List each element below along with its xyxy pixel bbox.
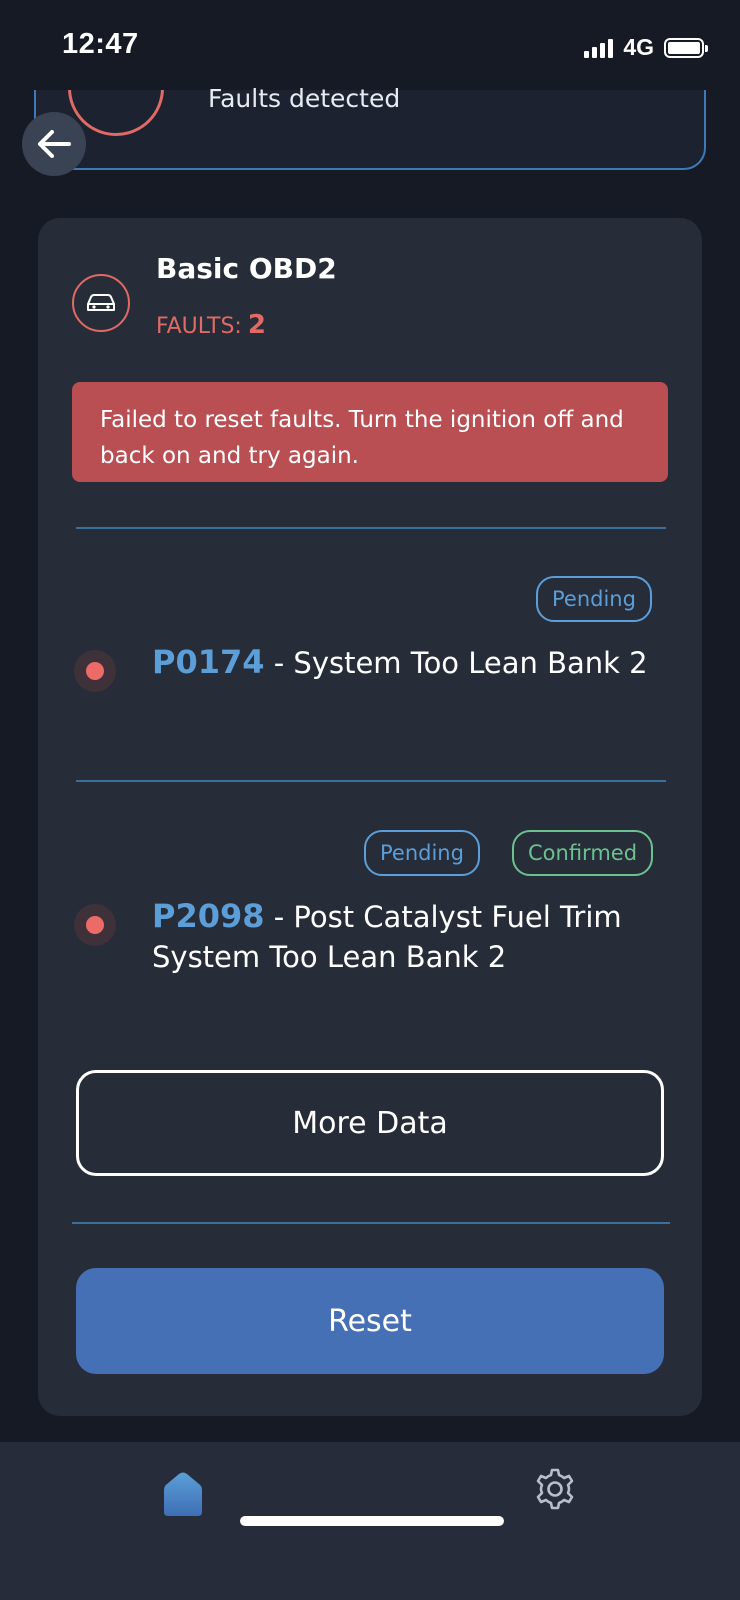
faults-count-line: FAULTS: 2 [156, 310, 266, 340]
home-indicator[interactable] [240, 1516, 504, 1526]
gear-icon [536, 1468, 574, 1510]
fault-code: P0174 [152, 643, 265, 681]
arrow-left-icon [38, 130, 71, 158]
divider [76, 780, 666, 782]
divider [72, 1222, 670, 1224]
divider [76, 527, 666, 529]
fault-indicator-dot [74, 650, 116, 692]
faults-count: 2 [247, 310, 266, 340]
status-badge-pending: Pending [364, 830, 480, 876]
summary-label: Faults detected [208, 84, 401, 113]
module-card: Basic OBD2 FAULTS: 2 Failed to reset faul… [38, 218, 702, 1416]
faults-label: FAULTS: [156, 314, 242, 339]
fault-indicator-dot [74, 904, 116, 946]
back-button[interactable] [22, 112, 86, 176]
module-title: Basic OBD2 [156, 252, 337, 285]
signal-icon [584, 38, 614, 58]
reset-button[interactable]: Reset [76, 1268, 664, 1374]
fault-item[interactable]: P0174 - System Too Lean Bank 2 [152, 642, 652, 683]
home-icon [164, 1472, 202, 1516]
status-badge-pending: Pending [536, 576, 652, 622]
status-time: 12:47 [62, 28, 139, 60]
status-bar: 12:47 4G [0, 0, 740, 90]
fault-item[interactable]: P2098 - Post Catalyst Fuel Trim System T… [152, 896, 652, 977]
nav-settings-tab[interactable] [532, 1466, 578, 1512]
battery-icon [664, 37, 708, 58]
car-icon [72, 274, 130, 332]
fault-code: P2098 [152, 897, 265, 935]
status-indicators: 4G [584, 34, 708, 61]
more-data-button[interactable]: More Data [76, 1070, 664, 1176]
nav-home-tab[interactable] [160, 1470, 206, 1518]
fault-description: - System Too Lean Bank 2 [264, 646, 648, 680]
status-badge-confirmed: Confirmed [512, 830, 654, 876]
network-label: 4G [623, 34, 654, 60]
error-banner: Failed to reset faults. Turn the ignitio… [72, 382, 668, 482]
